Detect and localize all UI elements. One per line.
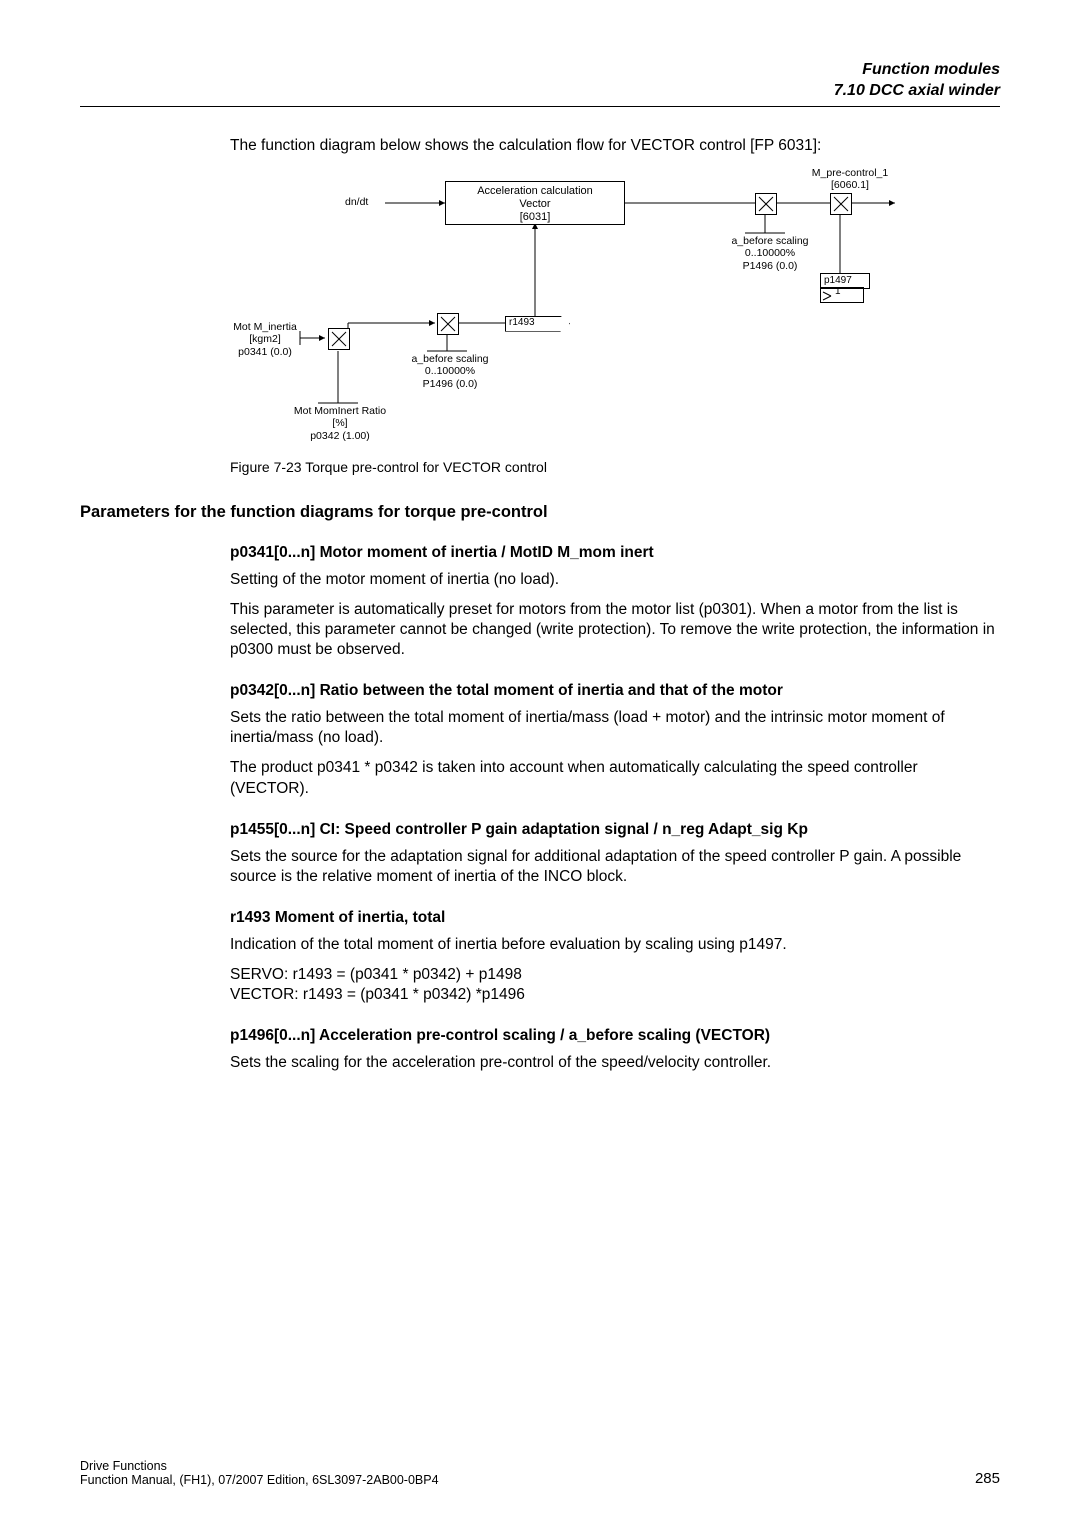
accel-box-l2: Vector xyxy=(449,198,621,211)
para: Sets the source for the adaptation signa… xyxy=(230,847,1000,887)
header-line2: 7.10 DCC axial winder xyxy=(80,81,1000,102)
label-m-pre-control: M_pre-control_1 [6060.1] xyxy=(790,167,910,192)
para: Sets the ratio between the total moment … xyxy=(230,708,1000,748)
para: Sets the scaling for the acceleration pr… xyxy=(230,1053,1000,1073)
mom-inert-ratio-l1: Mot MomInert Ratio xyxy=(285,405,395,418)
one-label: 1 xyxy=(835,286,841,297)
label-dn-dt: dn/dt xyxy=(345,196,368,209)
sub-heading-p0342: p0342[0...n] Ratio between the total mom… xyxy=(230,682,1000,700)
label-mom-inert-ratio: Mot MomInert Ratio [%] p0342 (1.00) xyxy=(285,405,395,443)
figure-caption: Figure 7-23 Torque pre-control for VECTO… xyxy=(230,459,1000,475)
mom-inert-ratio-l3: p0342 (1.00) xyxy=(285,430,395,443)
para: VECTOR: r1493 = (p0341 * p0342) *p1496 xyxy=(230,985,1000,1005)
label-a-before-bottom: a_before scaling 0..10000% P1496 (0.0) xyxy=(405,353,495,391)
page-number: 285 xyxy=(975,1470,1000,1487)
accel-box-l1: Acceleration calculation xyxy=(449,185,621,198)
para: This parameter is automatically preset f… xyxy=(230,600,1000,660)
torque-precontrol-diagram: dn/dt Acceleration calculation Vector [6… xyxy=(230,173,930,453)
multiply-icon xyxy=(437,313,459,335)
label-a-before-top: a_before scaling 0..10000% P1496 (0.0) xyxy=(725,235,815,273)
m-pre-l2: [6060.1] xyxy=(790,179,910,192)
para: SERVO: r1493 = (p0341 * p0342) + p1498 xyxy=(230,965,1000,985)
accel-box-l3: [6031] xyxy=(449,211,621,224)
section-heading: Parameters for the function diagrams for… xyxy=(80,503,1000,522)
footer-line2: Function Manual, (FH1), 07/2007 Edition,… xyxy=(80,1473,439,1487)
a-before-top-l2: 0..10000% xyxy=(725,247,815,260)
para: Indication of the total moment of inerti… xyxy=(230,935,1000,955)
a-before-top-l1: a_before scaling xyxy=(725,235,815,248)
footer-line1: Drive Functions xyxy=(80,1459,439,1473)
intro-text: The function diagram below shows the cal… xyxy=(230,137,1000,155)
a-before-top-l3: P1496 (0.0) xyxy=(725,260,815,273)
a-before-bot-l1: a_before scaling xyxy=(405,353,495,366)
para: The product p0341 * p0342 is taken into … xyxy=(230,758,1000,798)
a-before-bot-l2: 0..10000% xyxy=(405,365,495,378)
header-rule xyxy=(80,106,1000,107)
multiply-icon xyxy=(830,193,852,215)
label-mot-m-inertia: Mot M_inertia [kgm2] p0341 (0.0) xyxy=(225,321,305,359)
mom-inert-ratio-l2: [%] xyxy=(285,417,395,430)
m-pre-l1: M_pre-control_1 xyxy=(790,167,910,180)
multiply-icon xyxy=(328,328,350,350)
page-footer: Drive Functions Function Manual, (FH1), … xyxy=(80,1459,1000,1487)
sub-heading-r1493: r1493 Moment of inertia, total xyxy=(230,909,1000,927)
mot-m-inertia-l1: Mot M_inertia xyxy=(225,321,305,334)
para: Setting of the motor moment of inertia (… xyxy=(230,570,1000,590)
compare-icon xyxy=(821,288,835,302)
compare-one-box: 1 xyxy=(820,287,864,303)
multiply-icon xyxy=(755,193,777,215)
mot-m-inertia-l3: p0341 (0.0) xyxy=(225,346,305,359)
accel-calc-box: Acceleration calculation Vector [6031] xyxy=(445,181,625,225)
header-line1: Function modules xyxy=(80,60,1000,81)
sub-heading-p0341: p0341[0...n] Motor moment of inertia / M… xyxy=(230,544,1000,562)
sub-heading-p1496: p1496[0...n] Acceleration pre-control sc… xyxy=(230,1027,1000,1045)
sub-heading-p1455: p1455[0...n] CI: Speed controller P gain… xyxy=(230,821,1000,839)
a-before-bot-l3: P1496 (0.0) xyxy=(405,378,495,391)
r1493-tag: r1493 xyxy=(505,316,570,332)
mot-m-inertia-l2: [kgm2] xyxy=(225,333,305,346)
